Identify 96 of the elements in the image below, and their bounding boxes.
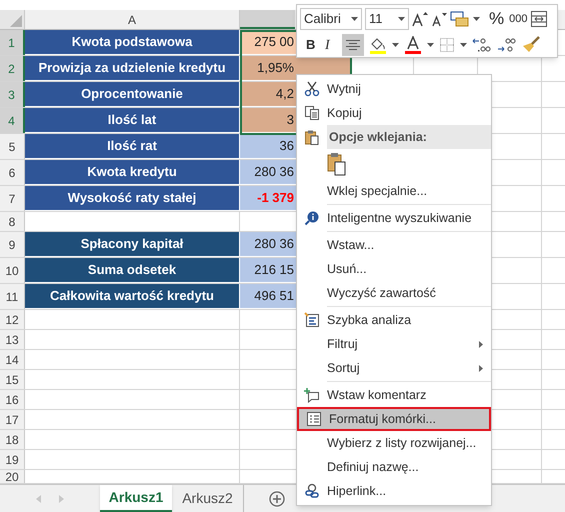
paste-option-icon[interactable] xyxy=(327,152,347,176)
caret-icon xyxy=(398,17,405,21)
cell-value: 280 36 xyxy=(253,235,294,254)
center-align-button[interactable] xyxy=(342,34,364,56)
label-cell: Ilość lat xyxy=(25,108,240,133)
caret-icon xyxy=(427,43,434,47)
row-header[interactable]: 12 xyxy=(0,310,25,329)
row-header[interactable]: 13 xyxy=(0,330,25,349)
row-header[interactable]: 20 xyxy=(0,470,25,483)
label-cell: Oprocentowanie xyxy=(25,82,240,107)
cell-value: 496 51 xyxy=(253,287,294,306)
corner-triangle-icon xyxy=(10,15,22,27)
menu-item[interactable]: Usuń... xyxy=(297,257,491,281)
thousands-separator-button[interactable]: 000 xyxy=(509,10,528,28)
row-header[interactable]: 18 xyxy=(0,430,25,449)
label-cell: Suma odsetek xyxy=(25,258,240,283)
row-header[interactable]: 5 xyxy=(0,134,25,159)
search-icon xyxy=(304,210,320,226)
sheet-tab[interactable]: Arkusz2 xyxy=(172,485,244,512)
copy-icon xyxy=(304,105,320,121)
add-sheet-icon[interactable] xyxy=(269,490,285,506)
align-center-icon xyxy=(346,40,360,50)
caret-icon xyxy=(392,43,399,47)
row-header[interactable]: 1 xyxy=(0,30,25,55)
row-header[interactable]: 16 xyxy=(0,390,25,409)
column-header[interactable] xyxy=(240,10,295,29)
cell-value: 4,2 xyxy=(274,85,294,104)
menu-item[interactable]: Wybierz z listy rozwijanej... xyxy=(297,431,491,455)
caret-icon xyxy=(351,17,358,21)
increase-decimal-icon[interactable] xyxy=(472,37,492,53)
quick-analysis-icon xyxy=(304,312,320,328)
label-cell: Całkowita wartość kredytu xyxy=(25,284,240,309)
row-header[interactable]: 7 xyxy=(0,186,25,211)
fill-color-icon[interactable] xyxy=(369,36,387,54)
cell-value: 216 15 xyxy=(253,261,294,280)
label-cell: Prowizja za udzielenie kredytu xyxy=(25,56,240,81)
menu-item[interactable]: Szybka analiza xyxy=(297,308,491,332)
borders-icon[interactable] xyxy=(439,37,455,53)
wrap-text-icon[interactable] xyxy=(530,10,548,28)
label-cell: Kwota podstawowa xyxy=(25,30,240,55)
cell-value: 3 xyxy=(286,111,294,130)
decrease-decimal-icon[interactable] xyxy=(497,37,517,53)
cell-value: 275 00 xyxy=(253,33,294,52)
font-size-field[interactable]: 11 xyxy=(365,8,409,30)
cell-value: 280 36 xyxy=(253,163,294,182)
menu-section-header: Opcje wklejania: xyxy=(327,125,491,149)
menu-item[interactable]: Wstaw komentarz xyxy=(297,383,491,407)
cell-value: 36 xyxy=(278,137,294,156)
label-cell: Wysokość raty stałej xyxy=(25,186,240,211)
label-cell: Spłacony kapitał xyxy=(25,232,240,257)
comment-icon xyxy=(304,387,320,403)
menu-item[interactable]: Kopiuj xyxy=(297,101,491,125)
menu-item[interactable]: Definiuj nazwę... xyxy=(297,455,491,479)
row-header[interactable]: 8 xyxy=(0,212,25,231)
font-name-field[interactable]: Calibri xyxy=(300,8,362,30)
label-cell: Kwota kredytu xyxy=(25,160,240,185)
submenu-arrow-icon xyxy=(479,340,483,348)
row-header[interactable]: 11 xyxy=(0,284,25,309)
bold-button[interactable]: B xyxy=(306,35,320,55)
menu-item[interactable]: Wytnij xyxy=(297,77,491,101)
font-color-icon[interactable] xyxy=(404,36,422,54)
menu-item[interactable]: Formatuj komórki... xyxy=(297,407,491,431)
sheet-tab[interactable]: Arkusz1 xyxy=(100,485,172,512)
menu-item[interactable]: Inteligentne wyszukiwanie xyxy=(297,206,491,230)
shrink-font-icon[interactable] xyxy=(431,11,447,27)
cell-value: -1 379 xyxy=(256,189,294,208)
row-header[interactable]: 17 xyxy=(0,410,25,429)
row-header[interactable]: 4 xyxy=(0,108,25,133)
row-header[interactable]: 19 xyxy=(0,450,25,469)
link-icon xyxy=(304,483,320,499)
row-header[interactable]: 6 xyxy=(0,160,25,185)
percent-style-button[interactable]: % xyxy=(489,6,504,32)
row-header[interactable]: 2 xyxy=(0,56,25,81)
cell-styles-icon[interactable] xyxy=(450,11,470,27)
menu-item[interactable]: Wklej specjalnie... xyxy=(297,179,491,203)
row-header[interactable]: 15 xyxy=(0,370,25,389)
menu-item[interactable]: Filtruj xyxy=(297,332,491,356)
row-header[interactable]: 9 xyxy=(0,232,25,257)
clipboard-icon xyxy=(304,129,320,145)
caret-icon xyxy=(473,17,480,21)
row-header[interactable]: 3 xyxy=(0,82,25,107)
menu-item[interactable]: Wstaw... xyxy=(297,233,491,257)
scissors-icon xyxy=(304,81,320,97)
format-cells-icon xyxy=(306,411,322,427)
caret-icon xyxy=(460,43,467,47)
row-header[interactable]: 14 xyxy=(0,350,25,369)
cell-value: 1,95% xyxy=(256,59,294,78)
menu-item[interactable]: Wyczyść zawartość xyxy=(297,281,491,305)
grow-font-icon[interactable] xyxy=(412,11,428,27)
submenu-arrow-icon xyxy=(479,364,483,372)
menu-item[interactable]: Hiperlink... xyxy=(297,479,491,503)
italic-button[interactable]: I xyxy=(325,34,337,56)
paintbrush-icon[interactable] xyxy=(522,36,540,54)
label-cell: Ilość rat xyxy=(25,134,240,159)
menu-item[interactable]: Sortuj xyxy=(297,356,491,380)
row-header[interactable]: 10 xyxy=(0,258,25,283)
